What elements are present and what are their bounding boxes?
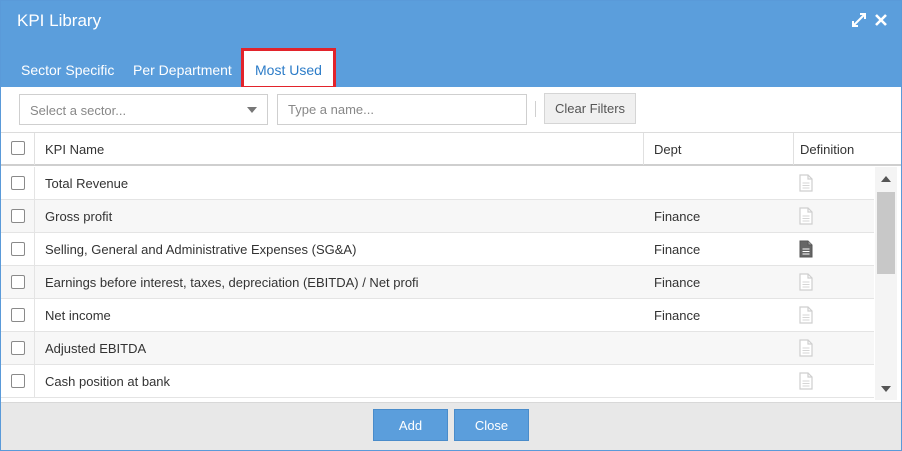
column-divider <box>34 233 35 266</box>
row-checkbox[interactable] <box>11 341 25 355</box>
tab-most-used[interactable]: Most Used <box>241 48 336 89</box>
close-button[interactable]: Close <box>454 409 529 441</box>
row-checkbox[interactable] <box>11 209 25 223</box>
column-header-kpi-name[interactable]: KPI Name <box>45 142 104 157</box>
document-icon[interactable] <box>797 207 815 225</box>
filter-bar: Select a sector... Clear Filters <box>1 87 901 132</box>
column-divider <box>34 266 35 299</box>
table-scrollbar[interactable] <box>875 167 897 400</box>
row-checkbox[interactable] <box>11 374 25 388</box>
column-header-dept[interactable]: Dept <box>654 142 681 157</box>
table-row[interactable]: Gross profit Finance <box>1 200 874 233</box>
column-divider <box>643 133 644 165</box>
dialog-title: KPI Library <box>17 11 102 30</box>
select-all-checkbox[interactable] <box>11 141 25 155</box>
kpi-name-cell: Selling, General and Administrative Expe… <box>45 242 357 257</box>
document-icon[interactable] <box>797 273 815 291</box>
kpi-table-body: Total Revenue Gross profit Finance Selling,… <box>1 167 874 400</box>
row-checkbox[interactable] <box>11 308 25 322</box>
dept-cell: Finance <box>654 209 701 224</box>
header-icons <box>851 11 889 29</box>
column-divider <box>793 133 794 165</box>
sector-select-placeholder: Select a sector... <box>30 103 127 118</box>
column-divider <box>34 133 35 165</box>
dept-cell: Finance <box>654 242 701 257</box>
row-checkbox[interactable] <box>11 176 25 190</box>
dialog-footer: Add Close <box>1 402 901 450</box>
sector-select[interactable]: Select a sector... <box>19 94 268 125</box>
table-row[interactable]: Total Revenue <box>1 167 874 200</box>
scroll-thumb[interactable] <box>877 192 895 274</box>
close-icon[interactable] <box>873 11 889 29</box>
table-row[interactable]: Adjusted EBITDA <box>1 332 874 365</box>
table-header: KPI Name Dept Definition <box>1 132 901 166</box>
row-checkbox[interactable] <box>11 242 25 256</box>
table-row[interactable]: Net income Finance <box>1 299 874 332</box>
row-checkbox[interactable] <box>11 275 25 289</box>
kpi-name-cell: Cash position at bank <box>45 374 171 389</box>
column-divider <box>34 365 35 398</box>
table-row[interactable]: Selling, General and Administrative Expe… <box>1 233 874 266</box>
dept-cell: Finance <box>654 275 701 290</box>
document-filled-icon[interactable] <box>797 240 815 258</box>
kpi-name-cell: Adjusted EBITDA <box>45 341 147 356</box>
clear-filters-button[interactable]: Clear Filters <box>544 93 636 124</box>
tab-sector-specific[interactable]: Sector Specific <box>21 62 114 78</box>
tab-most-used-label: Most Used <box>255 62 322 78</box>
column-divider <box>34 167 35 200</box>
column-divider <box>34 332 35 365</box>
kpi-name-cell: Earnings before interest, taxes, depreci… <box>45 275 419 290</box>
tab-per-department[interactable]: Per Department <box>133 62 232 78</box>
column-divider <box>34 200 35 233</box>
kpi-name-cell: Net income <box>45 308 111 323</box>
scroll-down-icon[interactable] <box>881 386 891 392</box>
expand-icon[interactable] <box>851 11 867 29</box>
scroll-up-icon[interactable] <box>881 176 891 182</box>
kpi-library-dialog: KPI Library Sector Specific Per Departme… <box>0 0 902 451</box>
chevron-down-icon <box>247 107 257 113</box>
add-button[interactable]: Add <box>373 409 448 441</box>
filter-divider <box>535 101 536 117</box>
column-divider <box>34 299 35 332</box>
document-icon[interactable] <box>797 339 815 357</box>
dialog-header: KPI Library Sector Specific Per Departme… <box>1 1 901 89</box>
dept-cell: Finance <box>654 308 701 323</box>
table-row[interactable]: Earnings before interest, taxes, depreci… <box>1 266 874 299</box>
table-row[interactable]: Cash position at bank <box>1 365 874 398</box>
column-header-definition[interactable]: Definition <box>800 142 854 157</box>
document-icon[interactable] <box>797 306 815 324</box>
name-search-input[interactable] <box>277 94 527 125</box>
kpi-name-cell: Total Revenue <box>45 176 129 191</box>
document-icon[interactable] <box>797 372 815 390</box>
kpi-name-cell: Gross profit <box>45 209 113 224</box>
document-icon[interactable] <box>797 174 815 192</box>
